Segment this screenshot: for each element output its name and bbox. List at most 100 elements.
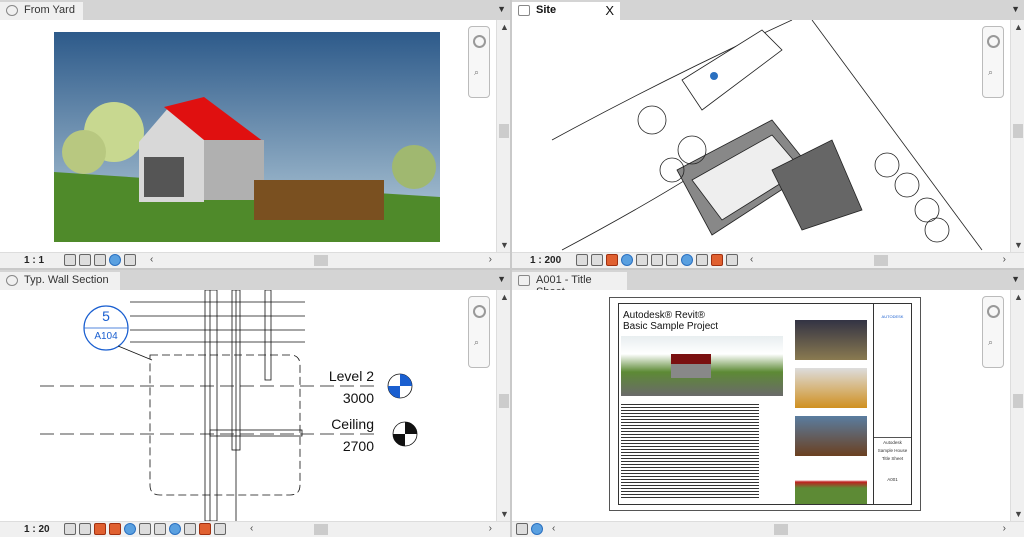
horizontal-scrollbar[interactable]: [774, 524, 788, 535]
tab-from-yard[interactable]: From Yard: [0, 2, 83, 20]
zoom-icon[interactable]: ⌕: [474, 337, 479, 348]
scroll-left-icon[interactable]: ‹: [750, 254, 753, 266]
box-icon[interactable]: [79, 254, 91, 266]
view-menu-icon[interactable]: ▼: [1011, 4, 1020, 14]
view-header: Typ. Wall Section ▼: [0, 270, 510, 290]
view-scale[interactable]: 1 : 1: [24, 255, 44, 266]
view-pane-wall-section[interactable]: Typ. Wall Section ▼ 5 A104 Level 2 3000 …: [0, 270, 510, 537]
view-pane-site[interactable]: Site X ▼ ⌕ ▲ ▼ 1 : 200 ‹ ›: [512, 0, 1024, 268]
navigation-bar[interactable]: ⌕: [982, 296, 1004, 368]
sun-path-icon[interactable]: [154, 523, 166, 535]
horizontal-scrollbar[interactable]: [314, 255, 328, 266]
hide-icon[interactable]: [139, 523, 151, 535]
reveal-icon[interactable]: [184, 523, 196, 535]
vertical-scrollbar[interactable]: ▲ ▼: [496, 20, 510, 252]
tab-site[interactable]: Site X: [512, 2, 620, 20]
view-control-bar: ‹ ›: [512, 521, 1024, 537]
temporary-hide-icon[interactable]: [681, 254, 693, 266]
constraints-icon[interactable]: [726, 254, 738, 266]
level-name[interactable]: Level 2: [300, 368, 374, 384]
site-plan-canvas[interactable]: ⌕: [512, 20, 1010, 252]
shadows-icon[interactable]: [109, 523, 121, 535]
scroll-left-icon[interactable]: ‹: [552, 523, 555, 535]
project-name: Autodesk: [874, 437, 911, 445]
lightbulb-icon[interactable]: [109, 254, 121, 266]
sheet-icon: [518, 275, 530, 286]
view-menu-icon[interactable]: ▼: [1011, 274, 1020, 284]
house-rendering: [54, 32, 440, 242]
tab-typ-wall-section[interactable]: Typ. Wall Section: [0, 272, 120, 290]
vertical-scrollbar[interactable]: ▲ ▼: [1010, 20, 1024, 252]
steering-wheel-icon[interactable]: [473, 35, 486, 48]
navigation-bar[interactable]: ⌕: [468, 296, 490, 368]
detail-level-icon[interactable]: [64, 523, 76, 535]
callout-number[interactable]: 5: [84, 308, 128, 324]
tab-label: From Yard: [24, 4, 75, 16]
vertical-scrollbar[interactable]: ▲ ▼: [496, 290, 510, 521]
constraints-icon[interactable]: [214, 523, 226, 535]
vertical-scrollbar[interactable]: ▲ ▼: [1010, 290, 1024, 521]
sheet-title-line1: Autodesk® Revit®: [623, 310, 705, 321]
tab-label: Typ. Wall Section: [24, 274, 109, 286]
sheet-canvas[interactable]: Autodesk® Revit® Basic Sample Project AU…: [512, 290, 1010, 521]
scroll-left-icon[interactable]: ‹: [150, 254, 153, 266]
lightbulb-icon[interactable]: [531, 523, 543, 535]
close-tab-button[interactable]: X: [605, 3, 614, 18]
sun-path-icon[interactable]: [516, 523, 528, 535]
steering-wheel-icon[interactable]: [987, 305, 1000, 318]
tab-label: Site: [536, 4, 557, 16]
view-control-bar: 1 : 20 ‹ ›: [0, 521, 510, 537]
view-header: A001 - Title Sheet ▼: [512, 270, 1024, 298]
steering-wheel-icon[interactable]: [473, 305, 486, 318]
detail-level-icon[interactable]: [576, 254, 588, 266]
sheet-title-line2: Basic Sample Project: [623, 321, 719, 332]
navigation-bar[interactable]: ⌕: [468, 26, 490, 98]
navigation-bar[interactable]: ⌕: [982, 26, 1004, 98]
horizontal-scrollbar[interactable]: [874, 255, 888, 266]
hide-icon[interactable]: [651, 254, 663, 266]
worksharing-icon[interactable]: [199, 523, 211, 535]
sun-path-icon[interactable]: [94, 254, 106, 266]
scroll-right-icon[interactable]: ›: [489, 254, 492, 266]
sun-path-icon[interactable]: [666, 254, 678, 266]
steering-wheel-icon[interactable]: [987, 35, 1000, 48]
crop-icon[interactable]: [636, 254, 648, 266]
scroll-right-icon[interactable]: ›: [1003, 523, 1006, 535]
zoom-icon[interactable]: ⌕: [988, 337, 993, 348]
crop-icon[interactable]: [124, 254, 136, 266]
crop-icon[interactable]: [124, 523, 136, 535]
sun-icon[interactable]: [94, 523, 106, 535]
interior-render: [795, 320, 867, 360]
section-icon: [6, 275, 18, 286]
level-name[interactable]: Ceiling: [300, 416, 374, 432]
scroll-left-icon[interactable]: ‹: [250, 523, 253, 535]
scroll-right-icon[interactable]: ›: [1003, 254, 1006, 266]
visual-style-icon[interactable]: [79, 523, 91, 535]
sheet: Autodesk® Revit® Basic Sample Project AU…: [609, 297, 921, 511]
lightbulb-icon[interactable]: [621, 254, 633, 266]
worksharing-icon[interactable]: [711, 254, 723, 266]
view-scale[interactable]: 1 : 20: [24, 524, 50, 535]
zoom-icon[interactable]: ⌕: [474, 67, 479, 78]
level-elevation[interactable]: 2700: [300, 438, 374, 454]
reveal-icon[interactable]: [696, 254, 708, 266]
horizontal-scrollbar[interactable]: [314, 524, 328, 535]
view-pane-title-sheet[interactable]: A001 - Title Sheet ▼ Autodesk® Revit® Ba…: [512, 270, 1024, 537]
visual-style-icon[interactable]: [591, 254, 603, 266]
exterior-render: [621, 336, 783, 396]
tab-a001-title-sheet[interactable]: A001 - Title Sheet: [512, 272, 627, 298]
view-menu-icon[interactable]: ▼: [497, 274, 506, 284]
view-scale[interactable]: 1 : 200: [530, 255, 561, 266]
view-control-bar: 1 : 200 ‹ ›: [512, 252, 1024, 268]
view-menu-icon[interactable]: ▼: [497, 4, 506, 14]
zoom-icon[interactable]: ⌕: [988, 67, 993, 78]
level-elevation[interactable]: 3000: [300, 390, 374, 406]
scroll-right-icon[interactable]: ›: [489, 523, 492, 535]
lightbulb-icon[interactable]: [169, 523, 181, 535]
section-canvas[interactable]: 5 A104 Level 2 3000 Ceiling 2700 ⌕: [0, 290, 496, 521]
view-pane-from-yard[interactable]: From Yard ▼ ⌕ ▲ ▼ 1 : 1 ‹ ›: [0, 0, 510, 268]
3d-render-canvas[interactable]: ⌕: [0, 20, 496, 252]
callout-sheet[interactable]: A104: [84, 331, 128, 342]
visual-style-icon[interactable]: [64, 254, 76, 266]
sun-icon[interactable]: [606, 254, 618, 266]
